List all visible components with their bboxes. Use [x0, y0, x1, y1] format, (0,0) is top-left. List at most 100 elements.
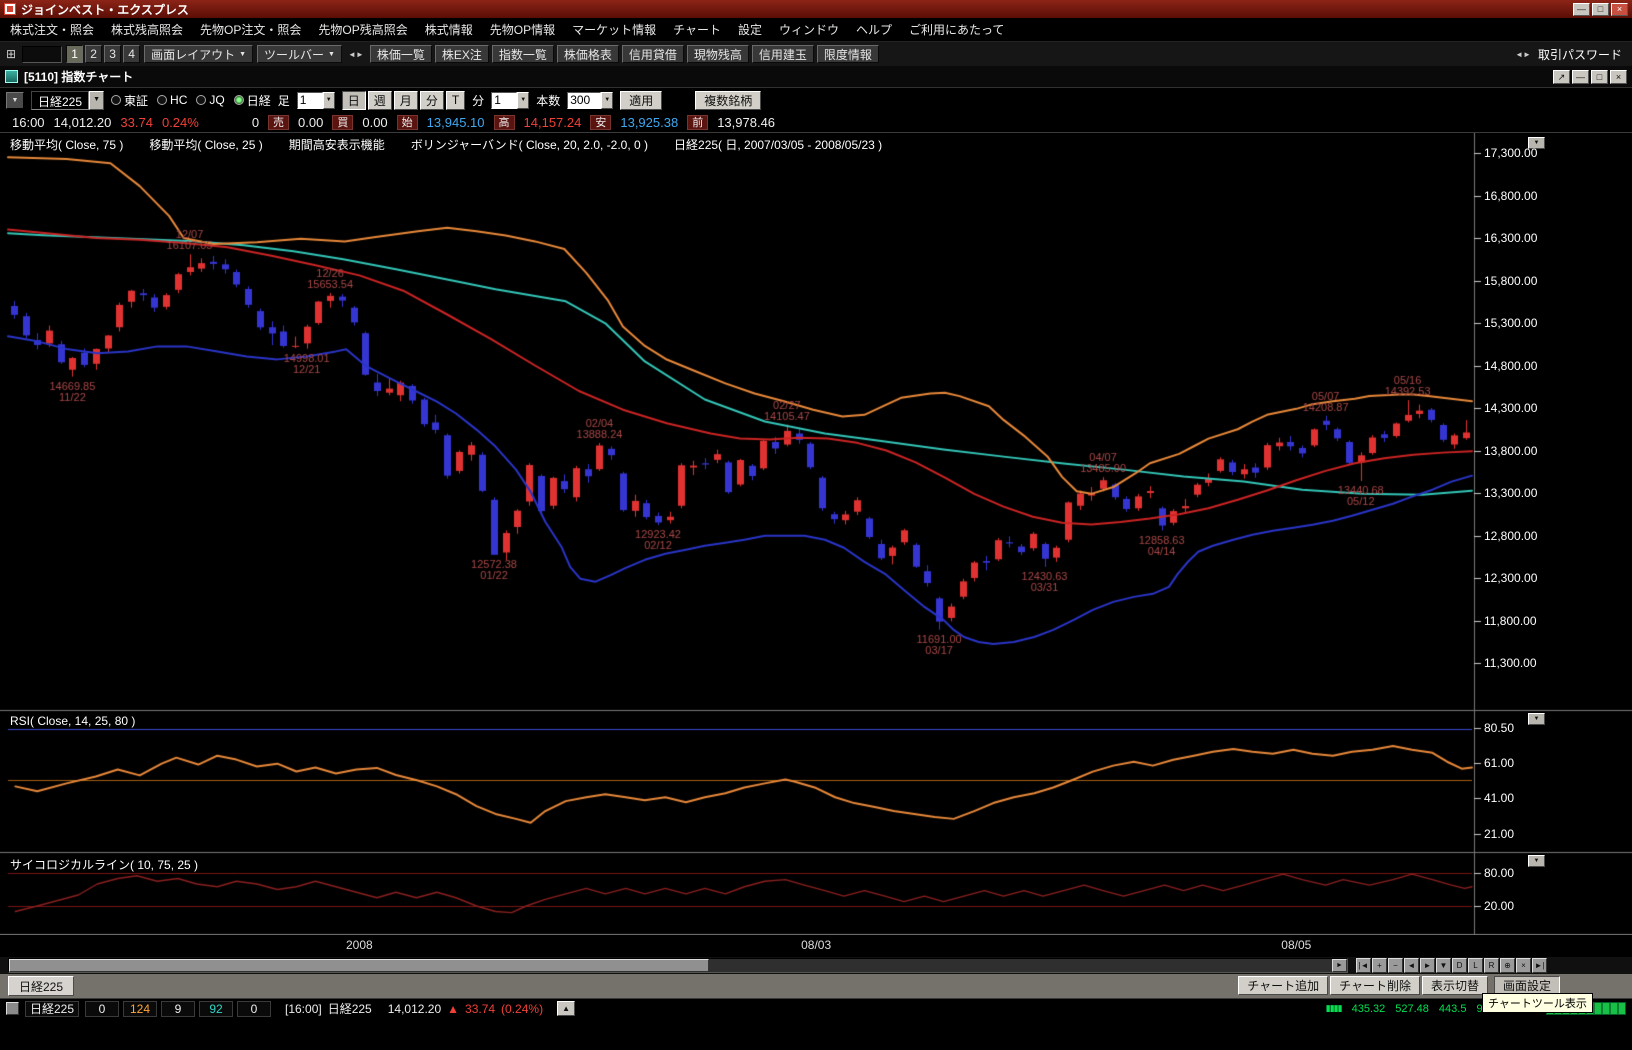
chart-h-scrollbar[interactable]: ►: [8, 958, 1348, 973]
toolbar-button[interactable]: 信用建玉: [752, 45, 814, 63]
menu-item[interactable]: 先物OP残高照会: [318, 21, 407, 38]
workspace-3-button[interactable]: 3: [104, 45, 121, 63]
chevron-down-icon[interactable]: ▼: [517, 92, 529, 109]
workspace-4-button[interactable]: 4: [123, 45, 140, 63]
chart-tool-button[interactable]: ◄: [1404, 958, 1419, 973]
chart-scroll-row: ► |◄+−◄►▼DLR⊕×►|: [0, 957, 1632, 974]
toolbar-button[interactable]: 株EX注: [435, 45, 489, 63]
scroll-right-icon[interactable]: ►: [1332, 959, 1347, 972]
radio-market[interactable]: JQ: [196, 93, 224, 107]
workspace-1-button[interactable]: 1: [66, 45, 83, 63]
window-icon: [5, 70, 18, 83]
chart-tool-button[interactable]: ►|: [1532, 958, 1547, 973]
quote-zero: 0: [252, 115, 259, 130]
chart-tool-button[interactable]: R: [1484, 958, 1499, 973]
chart-tool-button[interactable]: L: [1468, 958, 1483, 973]
multi-symbol-button[interactable]: 複数銘柄: [695, 91, 761, 110]
apply-button[interactable]: 適用: [620, 91, 662, 110]
menu-item[interactable]: 株式情報: [425, 21, 473, 38]
menu-item[interactable]: 設定: [738, 21, 762, 38]
chart-tool-button[interactable]: −: [1388, 958, 1403, 973]
minimize-icon[interactable]: —: [1573, 3, 1590, 16]
period-button[interactable]: 日: [342, 91, 366, 110]
window-minimize-icon[interactable]: —: [1572, 70, 1589, 84]
chevron-down-icon[interactable]: ▼: [323, 92, 335, 109]
toolbar-button[interactable]: 株価一覧: [370, 45, 432, 63]
symbol-combo[interactable]: 日経225 ▼: [31, 91, 104, 110]
chart-tool-button[interactable]: D: [1452, 958, 1467, 973]
status-symbol[interactable]: 日経225: [25, 1001, 79, 1017]
toolbar-button[interactable]: 現物残高: [687, 45, 749, 63]
toolbar-button[interactable]: 限度情報: [817, 45, 879, 63]
chart-canvas[interactable]: [0, 133, 1632, 935]
panel-collapse-button[interactable]: ▼: [1528, 713, 1545, 725]
open-badge: 始: [397, 115, 418, 130]
toolbar-button[interactable]: 指数一覧: [492, 45, 554, 63]
workspace-2-button[interactable]: 2: [85, 45, 102, 63]
radio-market[interactable]: HC: [157, 93, 187, 107]
minute-input[interactable]: [491, 92, 517, 109]
chevron-down-icon[interactable]: ▼: [89, 91, 104, 110]
chart-tool-button[interactable]: ×: [1516, 958, 1531, 973]
period-button[interactable]: 月: [394, 91, 418, 110]
menu-item[interactable]: ご利用にあたって: [909, 21, 1004, 38]
bottom-button[interactable]: チャート追加: [1238, 976, 1328, 995]
bottom-button[interactable]: 表示切替: [1422, 976, 1488, 995]
tab-nikkei225[interactable]: 日経225: [8, 976, 74, 996]
layout-button[interactable]: 画面レイアウト▼: [144, 45, 253, 63]
chart-tool-button[interactable]: ⊕: [1500, 958, 1515, 973]
toolbar-menu-button[interactable]: ツールバー▼: [257, 45, 342, 63]
psych-panel-label: サイコロジカルライン( 10, 75, 25 ): [10, 856, 198, 873]
psych-axis-label: 80.00: [1484, 866, 1514, 880]
menu-item[interactable]: チャート: [673, 21, 721, 38]
grid-icon[interactable]: ⊞: [4, 47, 18, 61]
menu-item[interactable]: 株式残高照会: [111, 21, 183, 38]
price-axis-label: 14,800.00: [1484, 359, 1537, 373]
menu-item[interactable]: マーケット情報: [572, 21, 656, 38]
chart-tool-tooltip: チャートツール表示: [1482, 993, 1593, 1013]
maximize-icon[interactable]: □: [1592, 3, 1609, 16]
window-close-icon[interactable]: ×: [1610, 70, 1627, 84]
scroll-up-icon[interactable]: ▲: [557, 1001, 575, 1016]
minute-label: 分: [472, 92, 484, 109]
panel-collapse-button[interactable]: ▼: [1528, 855, 1545, 867]
radio-market[interactable]: 日経: [234, 92, 271, 109]
window-maximize-icon[interactable]: □: [1591, 70, 1608, 84]
price-axis-label: 15,800.00: [1484, 274, 1537, 288]
menu-item[interactable]: 株式注文・照会: [10, 21, 94, 38]
toolbar-button[interactable]: 信用貸借: [622, 45, 684, 63]
menu-item[interactable]: 先物OP注文・照会: [200, 21, 301, 38]
status-cells: 01249920: [85, 1001, 271, 1017]
tray-value: 527.48: [1395, 1003, 1429, 1015]
radio-icon: [196, 95, 206, 105]
bars-input[interactable]: [567, 92, 601, 109]
scrollbar-thumb[interactable]: [9, 959, 709, 972]
status-icon[interactable]: [6, 1002, 19, 1015]
bottom-button[interactable]: チャート削除: [1330, 976, 1420, 995]
menu-item[interactable]: 先物OP情報: [490, 21, 555, 38]
period-button[interactable]: 週: [368, 91, 392, 110]
ashi-input[interactable]: [297, 92, 323, 109]
radio-label: 日経: [247, 92, 271, 109]
low-badge: 安: [590, 115, 611, 130]
toolbar-button[interactable]: 株価格表: [557, 45, 619, 63]
preset-input[interactable]: [22, 46, 62, 63]
menu-item[interactable]: ウィンドウ: [779, 21, 839, 38]
pane-arrows-icon[interactable]: ◄►: [346, 50, 366, 59]
quote-time: 16:00: [12, 115, 45, 130]
menu-item[interactable]: ヘルプ: [856, 21, 892, 38]
chart-tool-button[interactable]: ►: [1420, 958, 1435, 973]
price-axis-label: 17,300.00: [1484, 146, 1537, 160]
chevron-down-icon[interactable]: ▼: [601, 92, 613, 109]
chart-tool-button[interactable]: |◄: [1356, 958, 1371, 973]
pane-arrows-icon[interactable]: ◄►: [1513, 50, 1533, 59]
close-icon[interactable]: ×: [1611, 3, 1628, 16]
chart-tool-button[interactable]: ▼: [1436, 958, 1451, 973]
period-button[interactable]: 分: [420, 91, 444, 110]
radio-market[interactable]: 東証: [111, 92, 148, 109]
chart-tool-button[interactable]: +: [1372, 958, 1387, 973]
period-button[interactable]: T: [446, 91, 465, 110]
menu-bar: 株式注文・照会株式残高照会先物OP注文・照会先物OP残高照会 株式情報先物OP情報…: [0, 18, 1632, 42]
chevron-down-icon[interactable]: ▼: [6, 92, 24, 109]
window-detach-icon[interactable]: ↗: [1553, 70, 1570, 84]
